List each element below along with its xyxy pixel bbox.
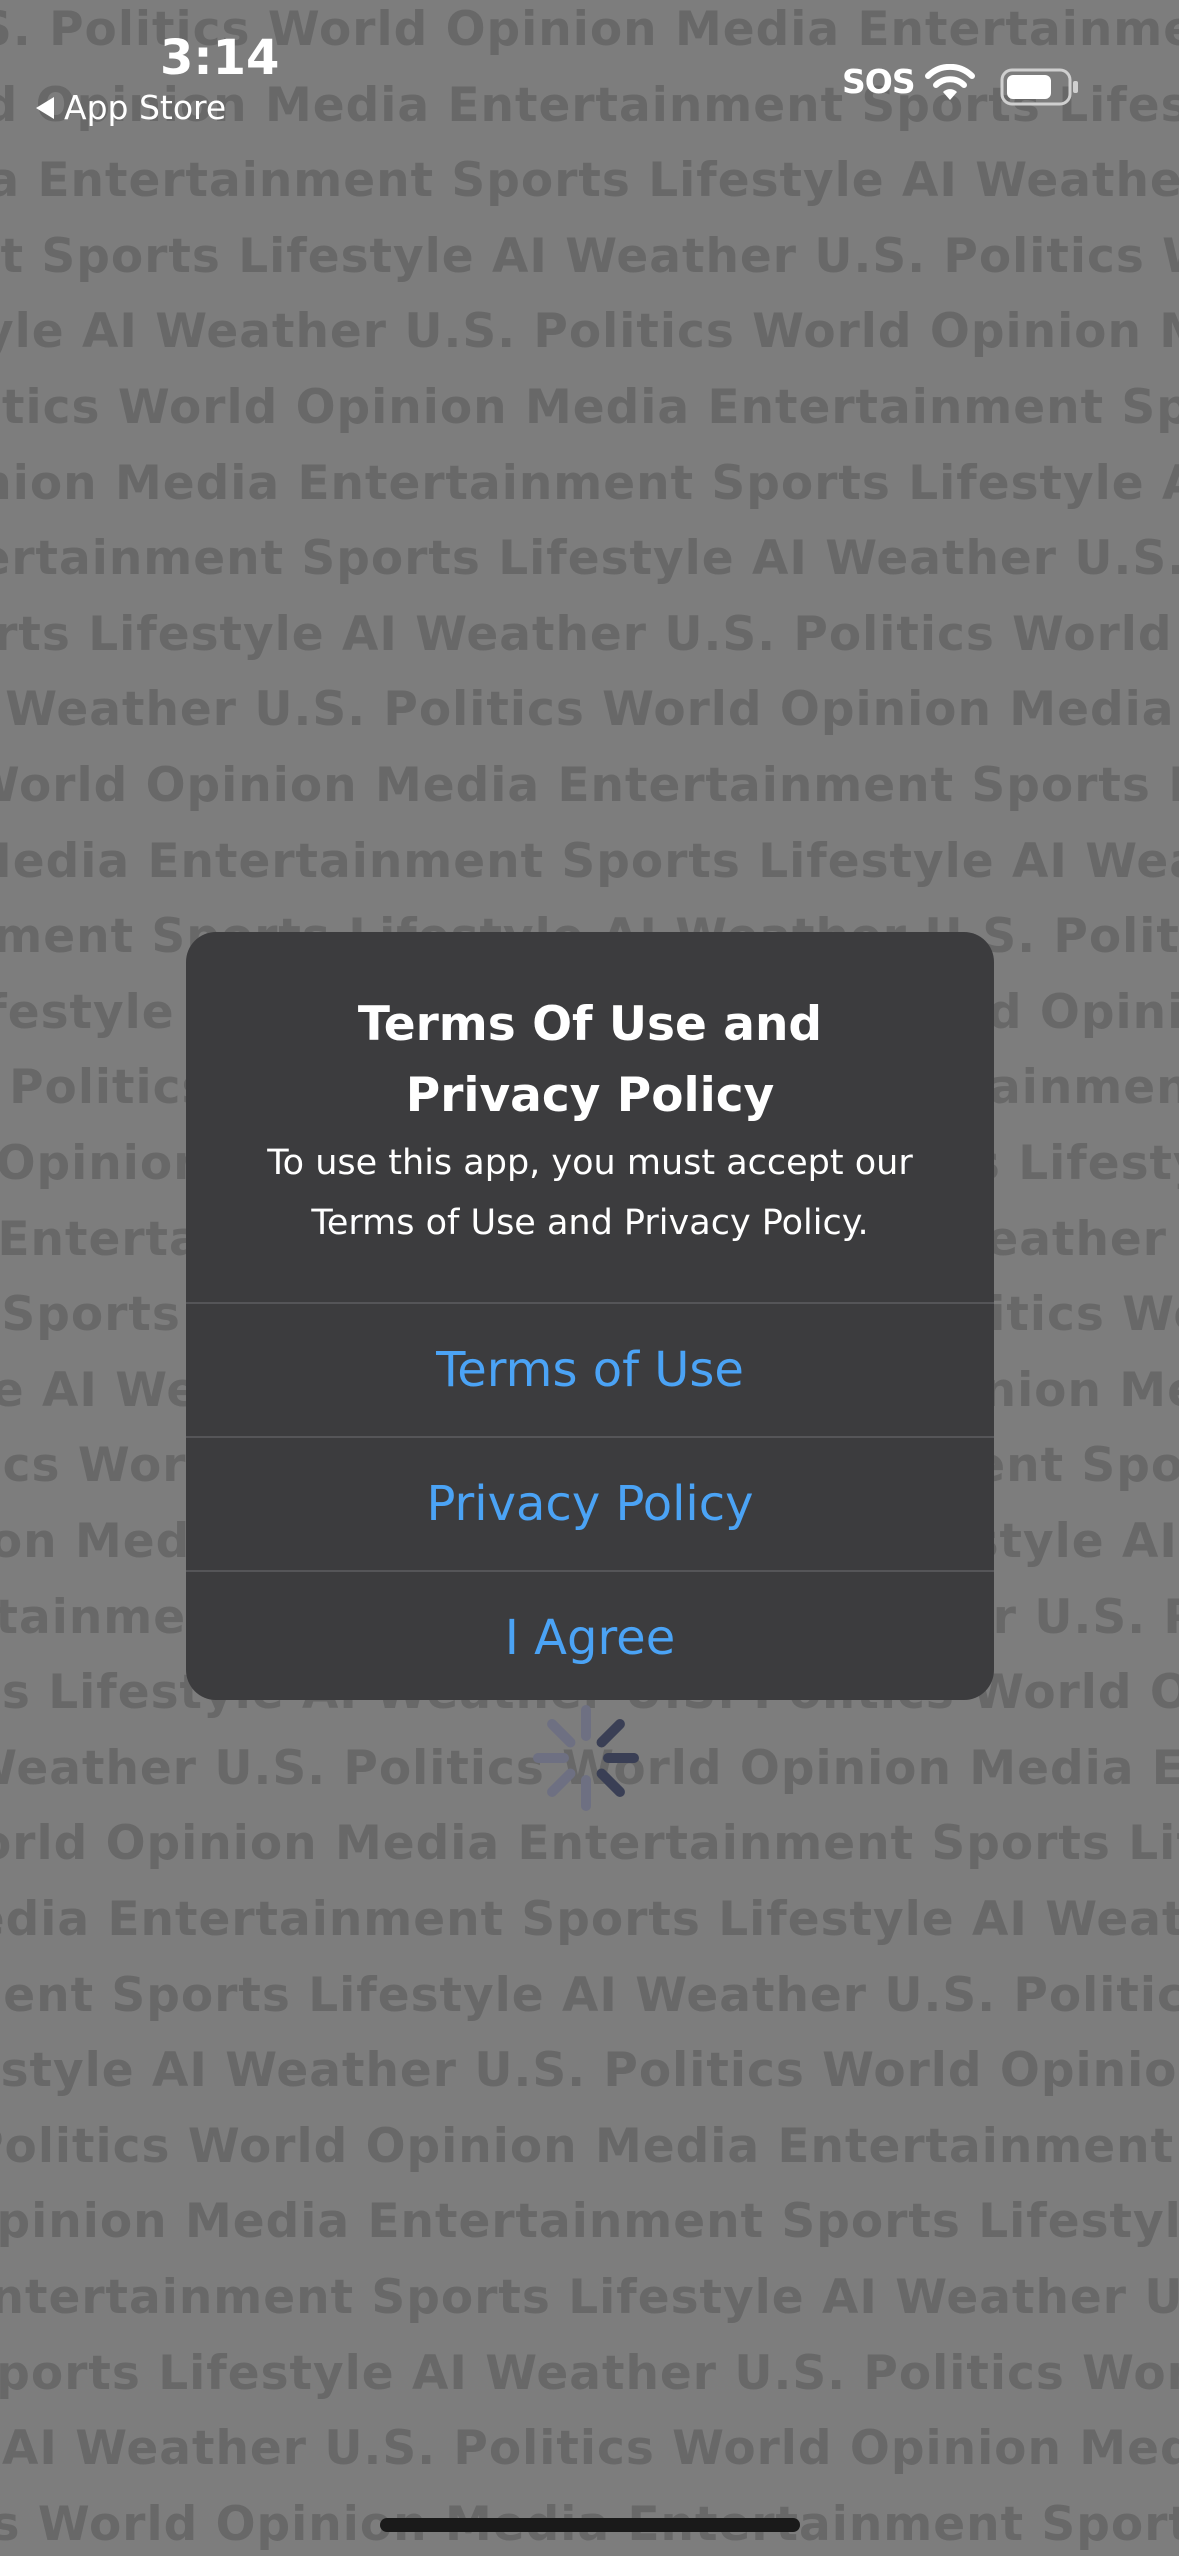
spinner-spoke [547, 1719, 576, 1748]
back-arrow-icon [36, 96, 54, 119]
back-label: App Store [64, 88, 227, 127]
alert-title: Terms Of Use and Privacy Policy [357, 997, 823, 1123]
spinner-spoke [547, 1768, 576, 1797]
loading-spinner-icon [533, 1705, 639, 1811]
status-time: 3:14 [160, 30, 280, 86]
alert-message: To use this app, you must accept our Ter… [267, 1143, 913, 1243]
sos-indicator: SOS [842, 62, 916, 101]
privacy-policy-button[interactable]: Privacy Policy [186, 1436, 994, 1570]
i-agree-button[interactable]: I Agree [186, 1570, 994, 1700]
back-to-app-store[interactable]: App Store [36, 88, 226, 127]
battery-icon [1000, 68, 1078, 106]
spinner-spoke [596, 1768, 625, 1797]
spinner-spoke [596, 1719, 625, 1748]
home-indicator[interactable] [380, 2518, 800, 2532]
terms-alert-dialog: Terms Of Use and Privacy Policy To use t… [186, 932, 994, 1700]
wifi-icon [925, 64, 975, 100]
terms-of-use-button[interactable]: Terms of Use [186, 1302, 994, 1436]
